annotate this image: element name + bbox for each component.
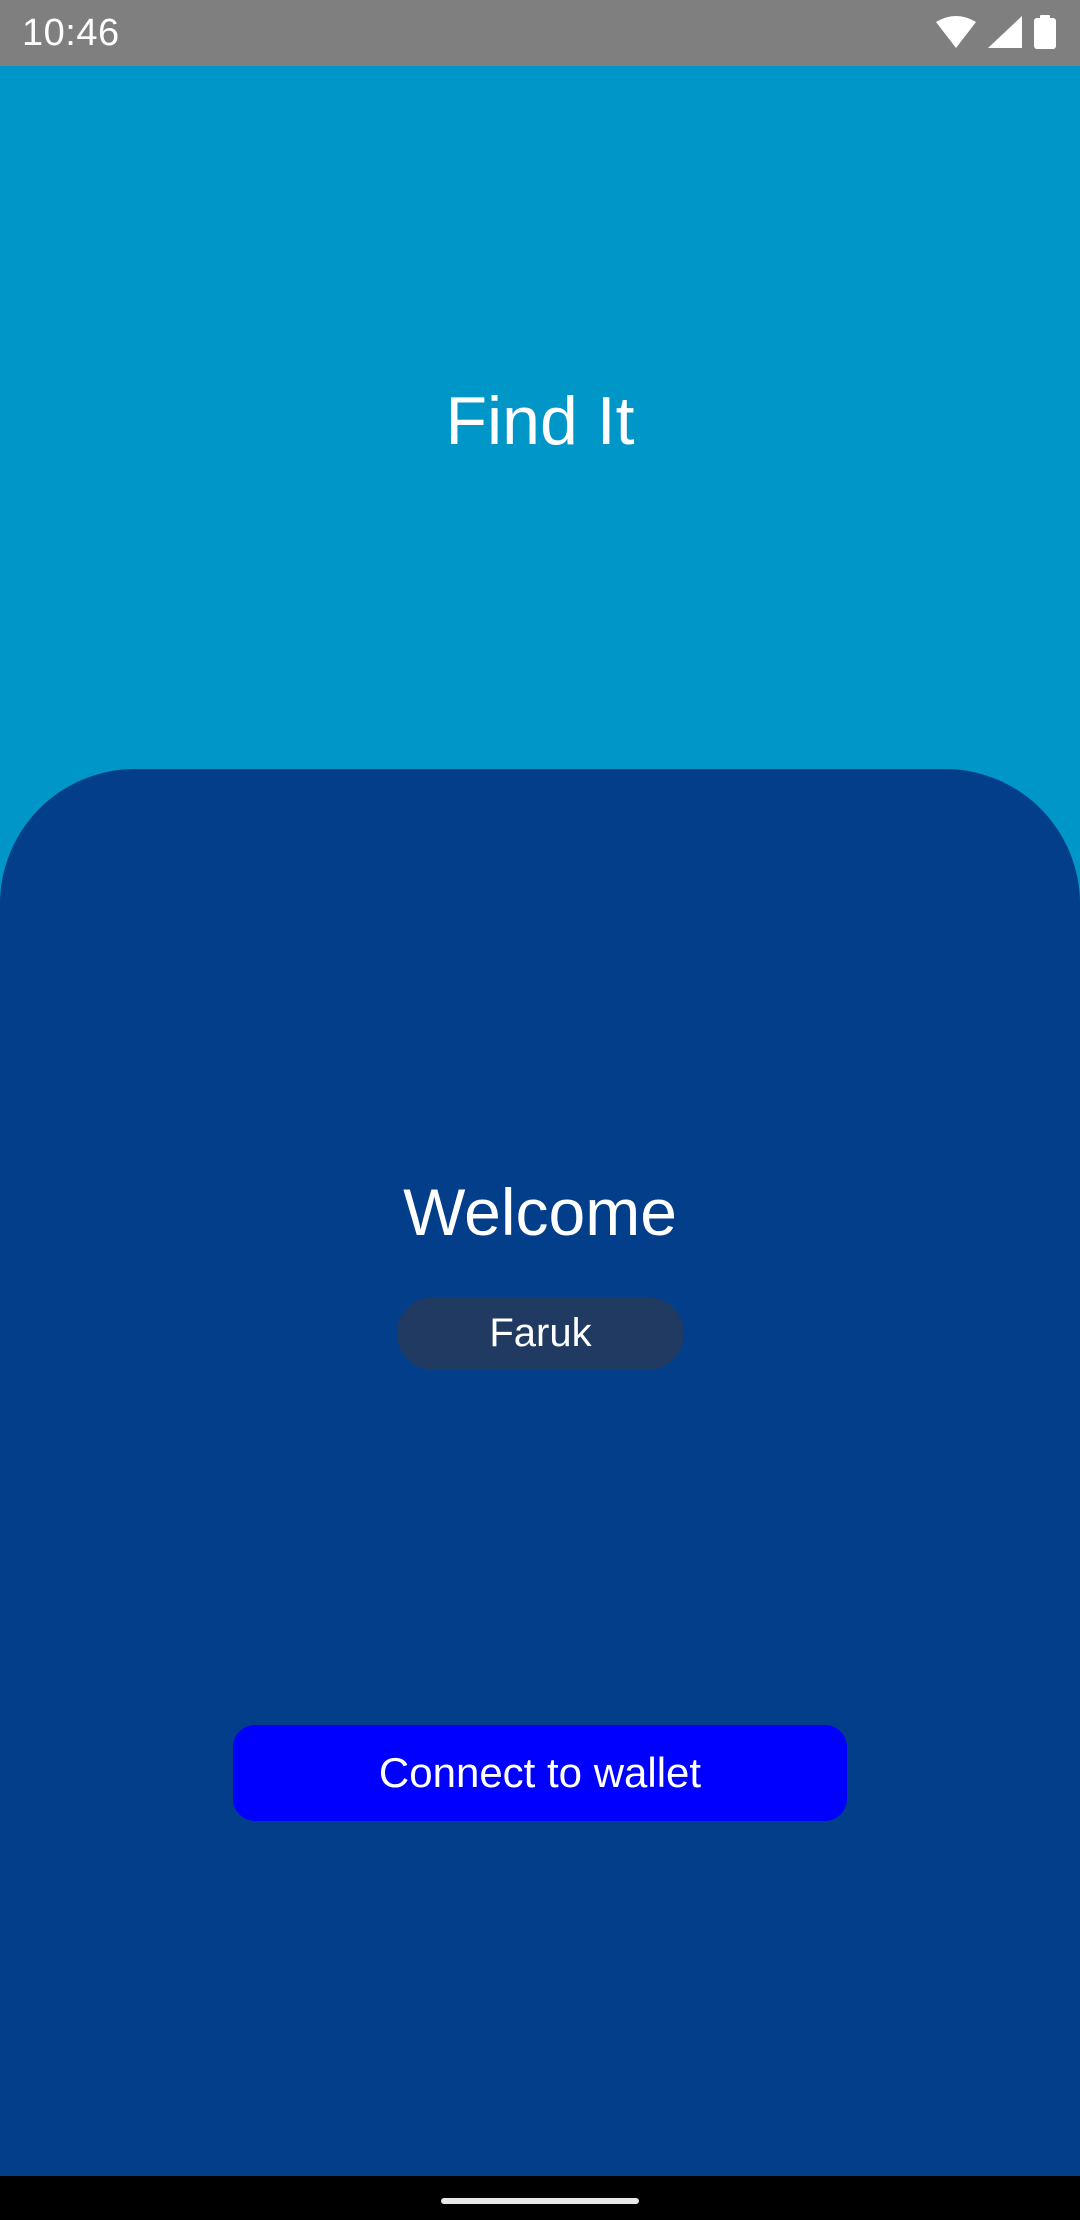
welcome-heading: Welcome: [403, 1175, 677, 1249]
header: Find It: [0, 66, 1080, 770]
status-time: 10:46: [22, 12, 120, 54]
username-chip: Faruk: [397, 1297, 684, 1370]
status-bar: 10:46: [0, 0, 1080, 66]
navigation-bar: [0, 2176, 1080, 2220]
battery-icon: [1034, 15, 1056, 49]
wifi-icon: [936, 16, 976, 48]
connect-wallet-button[interactable]: Connect to wallet: [233, 1725, 847, 1821]
signal-icon: [988, 16, 1022, 48]
home-indicator[interactable]: [441, 2198, 639, 2204]
app-title: Find It: [445, 383, 635, 459]
app-screen: 10:46 Find It Welcome Faruk Connect to w…: [0, 0, 1080, 2220]
status-icons: [936, 14, 1056, 50]
welcome-card: Welcome Faruk Connect to wallet: [0, 769, 1080, 2176]
